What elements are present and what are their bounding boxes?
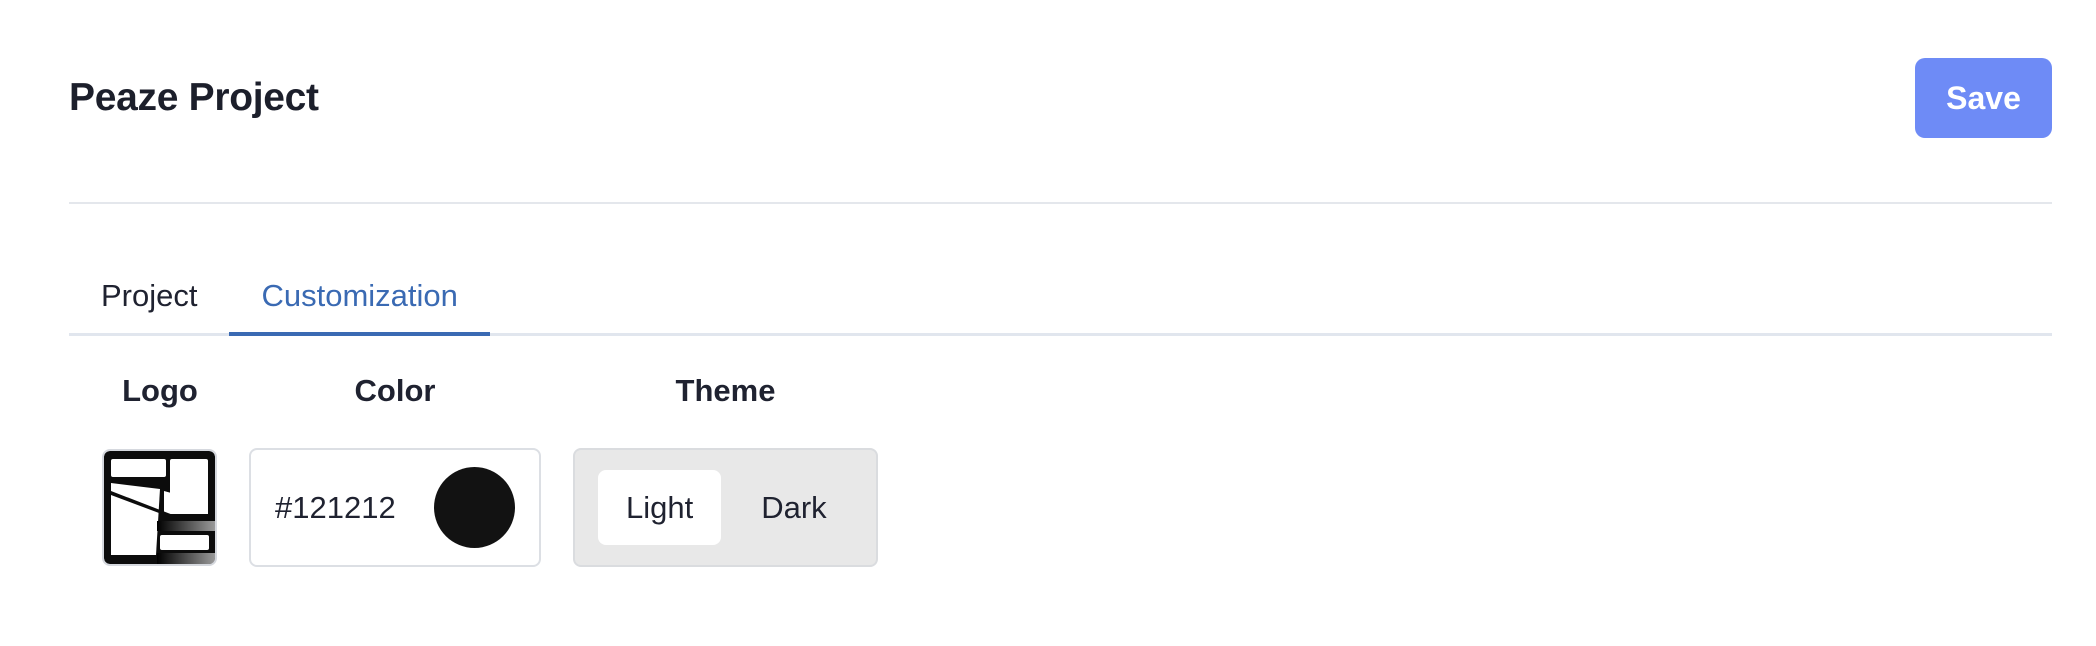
color-swatch[interactable] xyxy=(434,467,515,548)
logo-upload[interactable] xyxy=(102,449,217,566)
theme-label: Theme xyxy=(675,373,776,408)
color-picker-field xyxy=(249,448,541,567)
tab-bar: Project Customization xyxy=(69,258,2052,336)
project-logo-image xyxy=(104,451,215,564)
color-label: Color xyxy=(354,373,436,408)
header-divider xyxy=(69,202,2052,204)
tab-project[interactable]: Project xyxy=(69,258,229,333)
logo-label: Logo xyxy=(122,373,198,408)
page-header: Peaze Project Save xyxy=(69,58,2052,138)
save-button[interactable]: Save xyxy=(1915,58,2052,138)
project-settings-page: Peaze Project Save Project Customization… xyxy=(0,0,2096,646)
page-title: Peaze Project xyxy=(69,76,319,119)
theme-toggle: Light Dark xyxy=(573,448,878,567)
tab-customization[interactable]: Customization xyxy=(229,258,491,336)
theme-option-light[interactable]: Light xyxy=(598,470,722,545)
theme-option-dark[interactable]: Dark xyxy=(733,470,854,545)
color-hex-input[interactable] xyxy=(275,489,425,526)
